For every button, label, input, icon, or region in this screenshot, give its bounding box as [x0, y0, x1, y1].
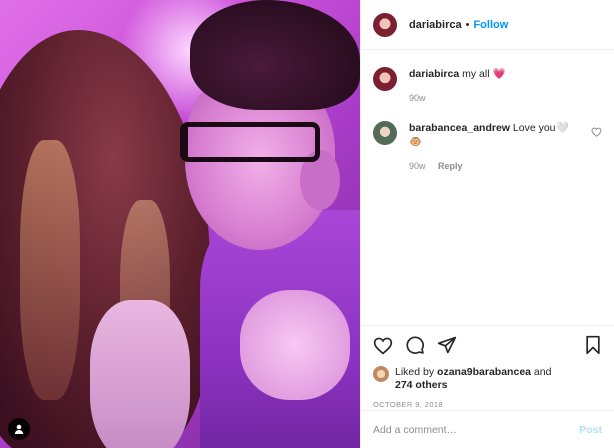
- comment-input[interactable]: [373, 423, 580, 436]
- add-comment-bar: Post: [361, 410, 614, 448]
- commenter-username[interactable]: barabancea_andrew: [409, 122, 510, 134]
- comments-list: dariabirca my all 💗 90w barabancea_andre…: [361, 51, 614, 323]
- caption-age[interactable]: 90w: [409, 93, 426, 103]
- likes-others-link[interactable]: 274 others: [395, 379, 448, 391]
- liked-by-prefix: Liked by: [395, 366, 435, 378]
- photo-glasses: [180, 122, 320, 162]
- liker-avatar[interactable]: [373, 366, 389, 382]
- post-actions: Liked by ozana9barabancea and 274 others…: [361, 325, 614, 409]
- post-sidebar: dariabirca • Follow dariabirca my all 💗 …: [360, 0, 614, 448]
- comment-age[interactable]: 90w: [409, 161, 426, 171]
- liker-username[interactable]: ozana9barabancea: [437, 366, 531, 378]
- share-icon[interactable]: [437, 335, 457, 355]
- photo-hair-strand: [20, 140, 80, 400]
- likes-summary: Liked by ozana9barabancea and 274 others: [373, 366, 602, 392]
- photo-man-hair: [190, 0, 360, 110]
- reply-button[interactable]: Reply: [438, 161, 463, 171]
- user-tag-icon: [14, 424, 24, 434]
- comment-icon[interactable]: [405, 335, 425, 355]
- caption: dariabirca my all 💗 90w: [373, 67, 602, 105]
- photo-man-hand: [240, 290, 350, 400]
- separator-dot: •: [465, 18, 470, 31]
- post-header: dariabirca • Follow: [361, 0, 614, 50]
- post-comment-button[interactable]: Post: [579, 424, 602, 436]
- liked-and: and: [533, 366, 552, 378]
- photo-woman-arm: [90, 300, 190, 448]
- author-username[interactable]: dariabirca: [409, 19, 462, 31]
- commenter-avatar[interactable]: [373, 121, 397, 145]
- heart-icon[interactable]: [373, 336, 393, 355]
- tagged-users-button[interactable]: [8, 418, 30, 440]
- bookmark-icon[interactable]: [584, 335, 602, 355]
- post-photo[interactable]: [0, 0, 360, 448]
- post-date[interactable]: OCTOBER 9, 2018: [373, 400, 602, 409]
- caption-avatar[interactable]: [373, 67, 397, 91]
- author-avatar[interactable]: [373, 12, 397, 37]
- comment-like-icon[interactable]: [591, 127, 602, 137]
- follow-button[interactable]: Follow: [473, 19, 508, 31]
- caption-text: my all 💗: [462, 68, 506, 80]
- caption-username[interactable]: dariabirca: [409, 68, 459, 80]
- comment-item: barabancea_andrew Love you🤍 🐵 90w Reply: [373, 121, 602, 173]
